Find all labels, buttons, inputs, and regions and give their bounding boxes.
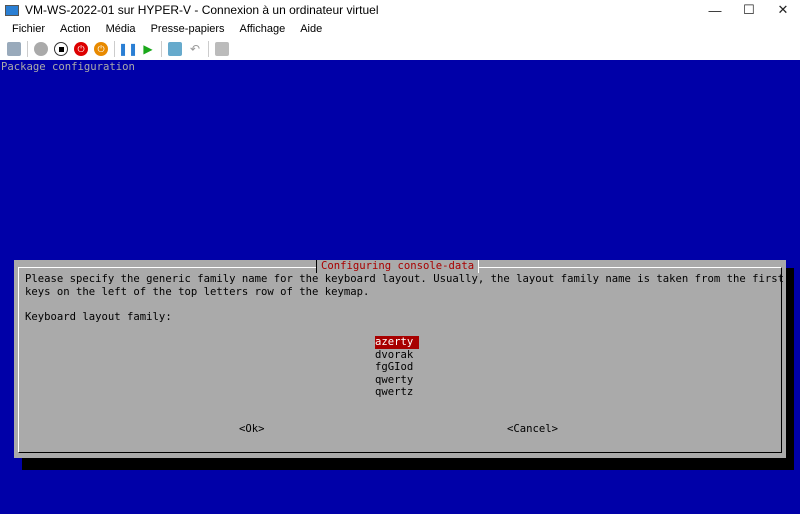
option-dvorak[interactable]: dvorak [375,349,413,362]
separator [161,41,162,57]
pause-icon[interactable]: ❚❚ [118,42,138,56]
save-icon[interactable]: ⏻ [94,42,108,56]
window-title: VM-WS-2022-01 sur HYPER-V - Connexion à … [25,3,379,17]
separator [27,41,28,57]
option-qwerty[interactable]: qwerty [375,374,413,387]
shutdown-icon[interactable]: ⏻ [74,42,88,56]
menu-bar: Fichier Action Média Presse-papiers Affi… [0,20,800,38]
option-fggiod[interactable]: fgGIod [375,361,413,374]
description-line-2: keys on the left of the top letters row … [25,285,370,298]
prompt-label: Keyboard layout family: [25,310,172,323]
maximize-button[interactable]: ☐ [732,0,766,20]
menu-media[interactable]: Média [106,23,136,35]
toolbar: ⏻ ⏻ ❚❚ ▶ ↶ [0,38,800,60]
resume-icon[interactable]: ▶ [141,42,155,56]
menu-affichage[interactable]: Affichage [240,23,286,35]
revert-icon[interactable]: ↶ [188,42,202,56]
ok-button[interactable]: <Ok> [239,423,265,436]
menu-fichier[interactable]: Fichier [12,23,45,35]
option-azerty[interactable]: azerty [375,336,420,349]
checkpoint-icon[interactable] [168,42,182,56]
option-qwertz[interactable]: qwertz [375,386,413,399]
enhanced-session-icon[interactable] [215,42,229,56]
vm-console[interactable]: Package configuration Configuring consol… [0,60,800,514]
title-bar: VM-WS-2022-01 sur HYPER-V - Connexion à … [0,0,800,20]
menu-action[interactable]: Action [60,23,91,35]
description-line-1: Please specify the generic family name f… [25,273,784,285]
vm-connect-icon [5,4,19,16]
minimize-button[interactable]: — [698,0,732,20]
menu-aide[interactable]: Aide [300,23,322,35]
start-icon[interactable] [34,42,48,56]
config-dialog: Configuring console-data Please specify … [14,260,786,458]
ctrl-alt-del-icon[interactable] [7,42,21,56]
turn-off-icon[interactable] [54,42,68,56]
dialog-title: Configuring console-data [316,260,480,273]
separator [114,41,115,57]
cancel-button[interactable]: <Cancel> [507,423,558,436]
menu-presse-papiers[interactable]: Presse-papiers [151,23,225,35]
console-header: Package configuration [1,61,135,73]
separator [208,41,209,57]
close-button[interactable]: ✕ [766,0,800,20]
